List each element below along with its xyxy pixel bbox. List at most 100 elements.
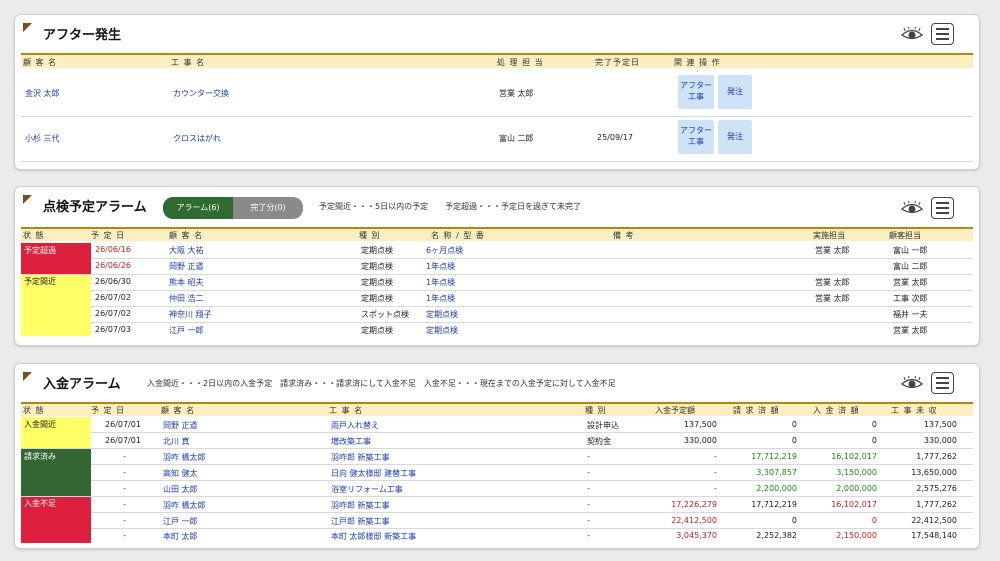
- col-name: 名 称 / 型 番: [431, 231, 485, 240]
- billed-amount: 0: [791, 420, 797, 429]
- exec-staff: 営業 太郎: [815, 246, 850, 255]
- paid-amount: 16,102,017: [831, 500, 877, 509]
- paid-amount: 16,102,017: [831, 452, 877, 461]
- customer-link[interactable]: 江戸 一郎: [169, 325, 204, 336]
- customer-link[interactable]: 神奈川 翔子: [169, 309, 212, 320]
- planned-amount: 22,412,500: [671, 516, 717, 525]
- inspection-type: スポット点検: [361, 310, 409, 319]
- customer-link[interactable]: 岡野 正道: [169, 261, 204, 272]
- inspection-date: 26/07/02: [95, 293, 131, 302]
- eye-icon[interactable]: [901, 27, 923, 41]
- billed-amount: 0: [791, 436, 797, 445]
- unpaid-amount: 2,575,276: [916, 484, 957, 493]
- inspection-title: 点検予定アラーム: [43, 200, 147, 215]
- col-date: 予 定 日: [91, 406, 126, 415]
- payment-date: 26/07/01: [105, 420, 141, 429]
- row-divider: [21, 116, 973, 117]
- col-type: 種 別: [585, 406, 607, 415]
- order-button[interactable]: 発注: [718, 120, 752, 154]
- inspection-date: 26/07/02: [95, 309, 131, 318]
- col-status: 状 態: [23, 406, 45, 415]
- col-due: 完了予定日: [595, 58, 640, 67]
- tab-done[interactable]: 完了分(0): [233, 197, 303, 219]
- work-link[interactable]: カウンター交換: [173, 88, 229, 99]
- customer-link[interactable]: 北川 真: [163, 436, 190, 447]
- inspection-panel: 点検予定アラーム アラーム(6) 完了分(0) 予定間近・・・5日以内の予定 予…: [14, 186, 980, 346]
- customer-link[interactable]: 江戸 一郎: [163, 516, 198, 527]
- status-near-badge: 入金間近: [21, 417, 91, 449]
- order-button[interactable]: 発注: [718, 75, 752, 109]
- due-date: 25/09/17: [597, 133, 633, 142]
- inspection-type: 定期点検: [361, 326, 393, 335]
- row-divider: [91, 290, 973, 291]
- payment-date: -: [123, 500, 126, 509]
- customer-link[interactable]: 金沢 太郎: [25, 88, 60, 99]
- customer-link[interactable]: 本町 太郎: [163, 531, 198, 542]
- customer-link[interactable]: 大阪 大祐: [169, 245, 204, 256]
- menu-icon[interactable]: [931, 23, 954, 45]
- eye-icon[interactable]: [901, 376, 923, 390]
- row-divider: [21, 161, 973, 162]
- work-link[interactable]: 雨戸入れ替え: [331, 420, 379, 431]
- customer-link[interactable]: 仲田 浩二: [169, 293, 204, 304]
- col-cust-staff: 顧客担当: [889, 231, 921, 240]
- planned-amount: 3,045,370: [676, 531, 717, 540]
- inspection-date: 26/06/26: [95, 261, 131, 270]
- col-customer: 顧 客 名: [161, 406, 196, 415]
- inspection-name-link[interactable]: 1年点検: [426, 261, 455, 272]
- status-over-badge: 予定超過: [21, 243, 91, 274]
- inspection-name-link[interactable]: 6ヶ月点検: [426, 245, 463, 256]
- menu-icon[interactable]: [931, 197, 954, 219]
- customer-link[interactable]: 山田 太郎: [163, 484, 198, 495]
- customer-link[interactable]: 岡野 正道: [163, 420, 198, 431]
- inspection-name-link[interactable]: 1年点検: [426, 293, 455, 304]
- col-customer: 顧 客 名: [23, 58, 58, 67]
- payment-date: -: [123, 452, 126, 461]
- row-divider: [21, 274, 973, 275]
- work-link[interactable]: 増改築工事: [331, 436, 371, 447]
- work-link[interactable]: 本町 太郎様邸 新築工事: [331, 531, 416, 542]
- work-link[interactable]: 江戸郎 新築工事: [331, 516, 390, 527]
- planned-amount: 330,000: [683, 436, 717, 445]
- payment-type: -: [587, 468, 590, 477]
- status-short-badge: 入金不足: [21, 496, 91, 543]
- after-work-button[interactable]: アフター工事: [678, 75, 714, 109]
- inspection-type: 定期点検: [361, 278, 393, 287]
- legend-near: 予定間近・・・5日以内の予定: [319, 202, 429, 211]
- inspection-name-link[interactable]: 定期点検: [426, 309, 458, 320]
- work-link[interactable]: 羽咋郎 新築工事: [331, 500, 390, 511]
- col-work: 工 事 名: [171, 58, 206, 67]
- menu-icon[interactable]: [931, 372, 954, 394]
- customer-staff: 富山 一郎: [893, 246, 928, 255]
- tab-alarm[interactable]: アラーム(6): [163, 197, 233, 219]
- payment-date: 26/07/01: [105, 436, 141, 445]
- eye-icon[interactable]: [901, 201, 923, 215]
- work-link[interactable]: 浴室リフォーム工事: [331, 484, 403, 495]
- inspection-name-link[interactable]: 定期点検: [426, 325, 458, 336]
- after-work-button[interactable]: アフター工事: [678, 120, 714, 154]
- col-staff: 処 理 担 当: [497, 58, 544, 67]
- payment-date: -: [123, 484, 126, 493]
- payment-type: 設計申込: [587, 421, 619, 430]
- col-status: 状 態: [23, 231, 45, 240]
- payment-type: -: [587, 452, 590, 461]
- customer-staff: 福井 一夫: [893, 310, 928, 319]
- unpaid-amount: 17,548,140: [911, 531, 957, 540]
- payment-legend: 入金間近・・・2日以内の入金予定 請求済み・・・請求済にして入金不足 入金不足・…: [147, 379, 616, 388]
- col-customer: 顧 客 名: [169, 231, 204, 240]
- customer-link[interactable]: 羽咋 橋太郎: [163, 452, 206, 463]
- customer-link[interactable]: 羽咋 橋太郎: [163, 500, 206, 511]
- inspection-name-link[interactable]: 1年点検: [426, 277, 455, 288]
- payment-title: 入金アラーム: [43, 377, 121, 392]
- work-link[interactable]: 羽咋郎 新築工事: [331, 452, 390, 463]
- title-marker-icon: [23, 23, 32, 32]
- after-panel: アフター発生 顧 客 名 工 事 名 処 理 担 当 完了予定日 関 連 操 作…: [14, 14, 980, 170]
- work-link[interactable]: 日向 健太様邸 建替工事: [331, 468, 416, 479]
- work-link[interactable]: クロスはがれ: [173, 133, 221, 144]
- col-billed: 請 求 済 額: [733, 406, 780, 415]
- legend-over: 予定超過・・・予定日を過ぎて未完了: [445, 202, 581, 211]
- customer-link[interactable]: 小杉 三代: [25, 133, 60, 144]
- col-note: 備 考: [613, 231, 635, 240]
- customer-link[interactable]: 熊本 昭夫: [169, 277, 204, 288]
- customer-link[interactable]: 高知 健太: [163, 468, 198, 479]
